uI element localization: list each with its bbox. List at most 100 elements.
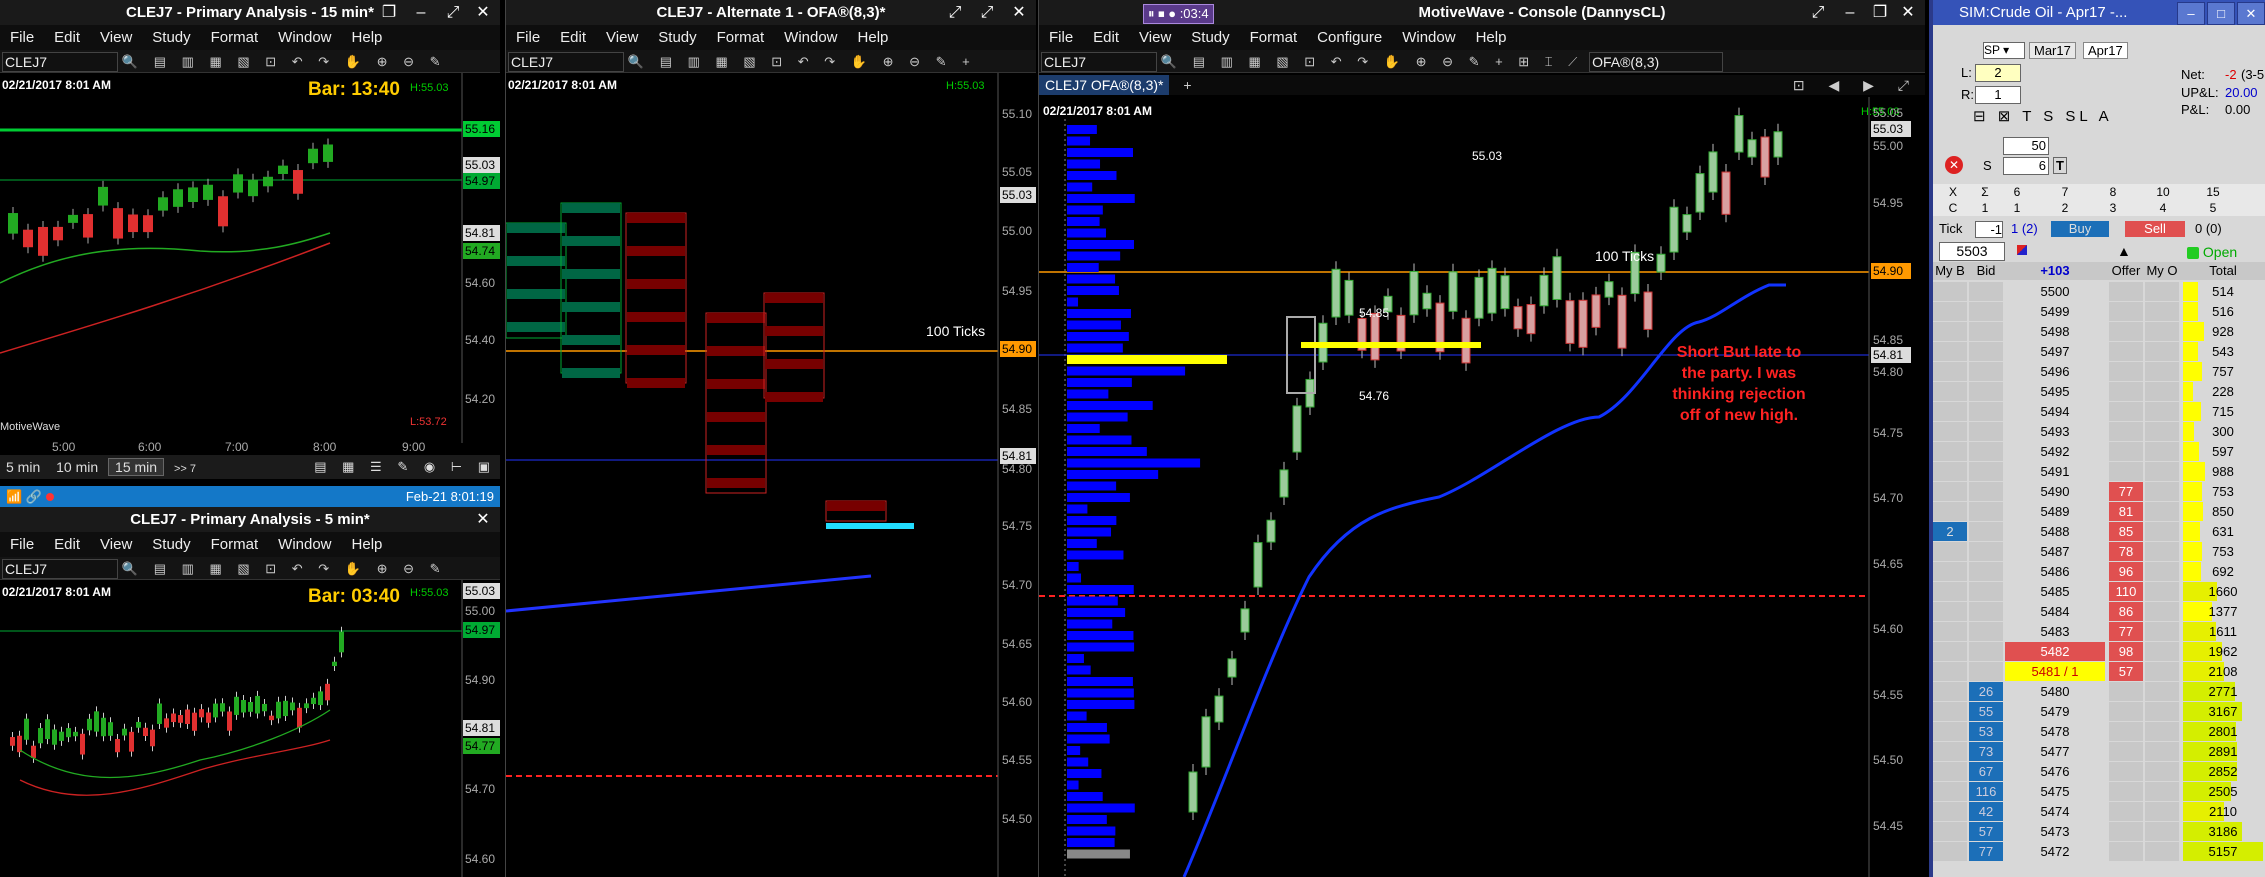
ladder-price[interactable]: 5494 [2005, 402, 2105, 421]
menu-edit[interactable]: Edit [44, 25, 90, 50]
menu-help[interactable]: Help [342, 532, 393, 557]
month-tab-active[interactable]: Apr17 [2083, 42, 2128, 59]
ladder-price[interactable]: 5489 [2005, 502, 2105, 521]
size-preset[interactable]: 3 [2093, 200, 2133, 219]
study-select[interactable]: OFA®(8,3) [1589, 52, 1724, 73]
toolbar-icons[interactable]: 🔍 ▤ ▥ ▦ ▧ ⊡ ↶ ↷ ✋ ⊕ ⊖ ✎ [122, 558, 447, 580]
l-input[interactable]: 2 [1975, 64, 2021, 82]
menu-format[interactable]: Format [707, 25, 775, 50]
menu-study[interactable]: Study [142, 25, 200, 50]
ladder-row[interactable]: 5491 988 [1933, 462, 2265, 482]
ladder-row[interactable]: 5498 928 [1933, 322, 2265, 342]
menu-window[interactable]: Window [268, 532, 341, 557]
chart-console[interactable]: 02/21/2017 8:01 AM H:55.03 54.85 54.76 5… [1039, 97, 1925, 877]
ladder-price[interactable]: 5490 [2005, 482, 2105, 501]
interval-tab-active[interactable]: 15 min [108, 458, 165, 476]
ladder-row[interactable]: 5484 86 1377 [1933, 602, 2265, 622]
menu-format[interactable]: Format [201, 532, 269, 557]
ladder-price[interactable]: 5474 [2005, 802, 2105, 821]
buy-button[interactable]: Buy [2051, 221, 2109, 237]
ladder-row[interactable]: 5485 110 1660 [1933, 582, 2265, 602]
window-titlebar[interactable]: ⏸ ⏹ ● :03:4 MotiveWave - Console (Dannys… [1039, 0, 1925, 25]
restore-icon[interactable]: ❐ [374, 0, 404, 25]
ladder-price[interactable]: 5497 [2005, 342, 2105, 361]
symbol-select[interactable]: CLEJ7 [1041, 52, 1157, 73]
ladder-row[interactable]: 53 5478 2801 [1933, 722, 2265, 742]
ladder-price[interactable]: 5486 [2005, 562, 2105, 581]
ladder-price[interactable]: 5492 [2005, 442, 2105, 461]
menu-study[interactable]: Study [1181, 25, 1239, 50]
ladder-row[interactable]: 77 5472 5157 [1933, 842, 2265, 862]
ladder-row[interactable]: 2 5488 85 631 [1933, 522, 2265, 542]
ladder-price[interactable]: 5480 [2005, 682, 2105, 701]
ladder-row[interactable]: 116 5475 2505 [1933, 782, 2265, 802]
size-preset[interactable]: 1 [1997, 200, 2037, 219]
add-tab-icon[interactable]: + [1173, 77, 1191, 93]
ladder-row[interactable]: 57 5473 3186 [1933, 822, 2265, 842]
menu-view[interactable]: View [90, 25, 142, 50]
tab-nav-icons[interactable]: ⊡ ◀ ▶ ⤢ [1793, 75, 1919, 95]
symbol-select[interactable]: CLEJ7 [508, 52, 624, 73]
symbol-select[interactable]: CLEJ7 [2, 52, 118, 73]
ladder-price[interactable]: 5485 [2005, 582, 2105, 601]
menu-format[interactable]: Format [1240, 25, 1308, 50]
ladder-row[interactable]: 5483 77 1611 [1933, 622, 2265, 642]
close-icon[interactable]: ✕ [468, 507, 498, 532]
ladder-price[interactable]: 5499 [2005, 302, 2105, 321]
ladder-row[interactable]: 73 5477 2891 [1933, 742, 2265, 762]
qty-s-input[interactable]: 6 [2003, 157, 2049, 175]
close-icon[interactable]: ✕ [1004, 0, 1034, 25]
window-titlebar[interactable]: CLEJ7 - Primary Analysis - 15 min* ❐ – ⤢… [0, 0, 500, 25]
maximize-icon[interactable]: ⤢ [438, 0, 468, 25]
menu-view[interactable]: View [1129, 25, 1181, 50]
toolbar-icons[interactable]: 🔍 ▤ ▥ ▦ ▧ ⊡ ↶ ↷ ✋ ⊕ ⊖ ✎ + [628, 51, 976, 73]
ladder-row[interactable]: 5496 757 [1933, 362, 2265, 382]
window-titlebar[interactable]: CLEJ7 - Primary Analysis - 5 min* ✕ [0, 507, 500, 532]
ladder-price[interactable]: 5496 [2005, 362, 2105, 381]
sell-button[interactable]: Sell [2125, 221, 2185, 237]
ladder-price[interactable]: 5487 [2005, 542, 2105, 561]
menu-view[interactable]: View [90, 532, 142, 557]
menu-file[interactable]: File [0, 532, 44, 557]
window-titlebar[interactable]: CLEJ7 - Alternate 1 - OFA®(8,3)* ⤢ ⤢ ✕ [506, 0, 1036, 25]
tick-input[interactable]: -1 [1975, 221, 2003, 238]
menu-file[interactable]: File [506, 25, 550, 50]
ladder-price[interactable]: 5500 [2005, 282, 2105, 301]
ladder-price[interactable]: 5476 [2005, 762, 2105, 781]
menu-study[interactable]: Study [142, 532, 200, 557]
menu-format[interactable]: Format [201, 25, 269, 50]
more-tabs[interactable]: >> 7 [168, 463, 202, 475]
ladder-price[interactable]: 5478 [2005, 722, 2105, 741]
ladder-row[interactable]: 5499 516 [1933, 302, 2265, 322]
ladder-row[interactable]: 67 5476 2852 [1933, 762, 2265, 782]
ladder-price[interactable]: 5484 [2005, 602, 2105, 621]
ladder-price[interactable]: 5472 [2005, 842, 2105, 861]
ladder-price[interactable]: 5491 [2005, 462, 2105, 481]
ladder-row[interactable]: 5487 78 753 [1933, 542, 2265, 562]
interval-tab[interactable]: 5 min [0, 459, 46, 475]
ladder-row[interactable]: 5495 228 [1933, 382, 2265, 402]
size-preset[interactable]: 4 [2143, 200, 2183, 219]
ladder-row[interactable]: 5481 / 1 57 2108 [1933, 662, 2265, 682]
menu-edit[interactable]: Edit [550, 25, 596, 50]
restore-icon[interactable]: ❐ [1865, 0, 1895, 25]
ladder-row[interactable]: 5494 715 [1933, 402, 2265, 422]
ladder-price[interactable]: 5493 [2005, 422, 2105, 441]
size-preset[interactable]: 2 [2045, 200, 2085, 219]
ladder-row[interactable]: 26 5480 2771 [1933, 682, 2265, 702]
scroll-up-icon[interactable]: ▲ [2117, 241, 2131, 261]
close-icon[interactable]: ✕ [1893, 0, 1923, 25]
chart-tab-active[interactable]: CLEJ7 OFA®(8,3)* [1039, 75, 1170, 95]
text-tool-icon[interactable]: T [2053, 157, 2067, 174]
toolbar-icons[interactable]: 🔍 ▤ ▥ ▦ ▧ ⊡ ↶ ↷ ✋ ⊕ ⊖ ✎ + ⊞ ⌶ ⟋ [1161, 51, 1583, 73]
ladder-row[interactable]: 5489 81 850 [1933, 502, 2265, 522]
menu-edit[interactable]: Edit [1083, 25, 1129, 50]
bottom-tools[interactable]: ▤ ▦ ☰ ✎ ◉ ⊢ ▣ [314, 455, 496, 479]
ladder-price[interactable]: 5483 [2005, 622, 2105, 641]
menu-help[interactable]: Help [848, 25, 899, 50]
order-type-icons[interactable]: ⊟ ⊠ T S SL A [1973, 107, 2113, 125]
ladder-row[interactable]: 5500 514 [1933, 282, 2265, 302]
ladder-price[interactable]: 5479 [2005, 702, 2105, 721]
close-icon[interactable]: ✕ [2237, 2, 2265, 25]
ladder-row[interactable]: 55 5479 3167 [1933, 702, 2265, 722]
